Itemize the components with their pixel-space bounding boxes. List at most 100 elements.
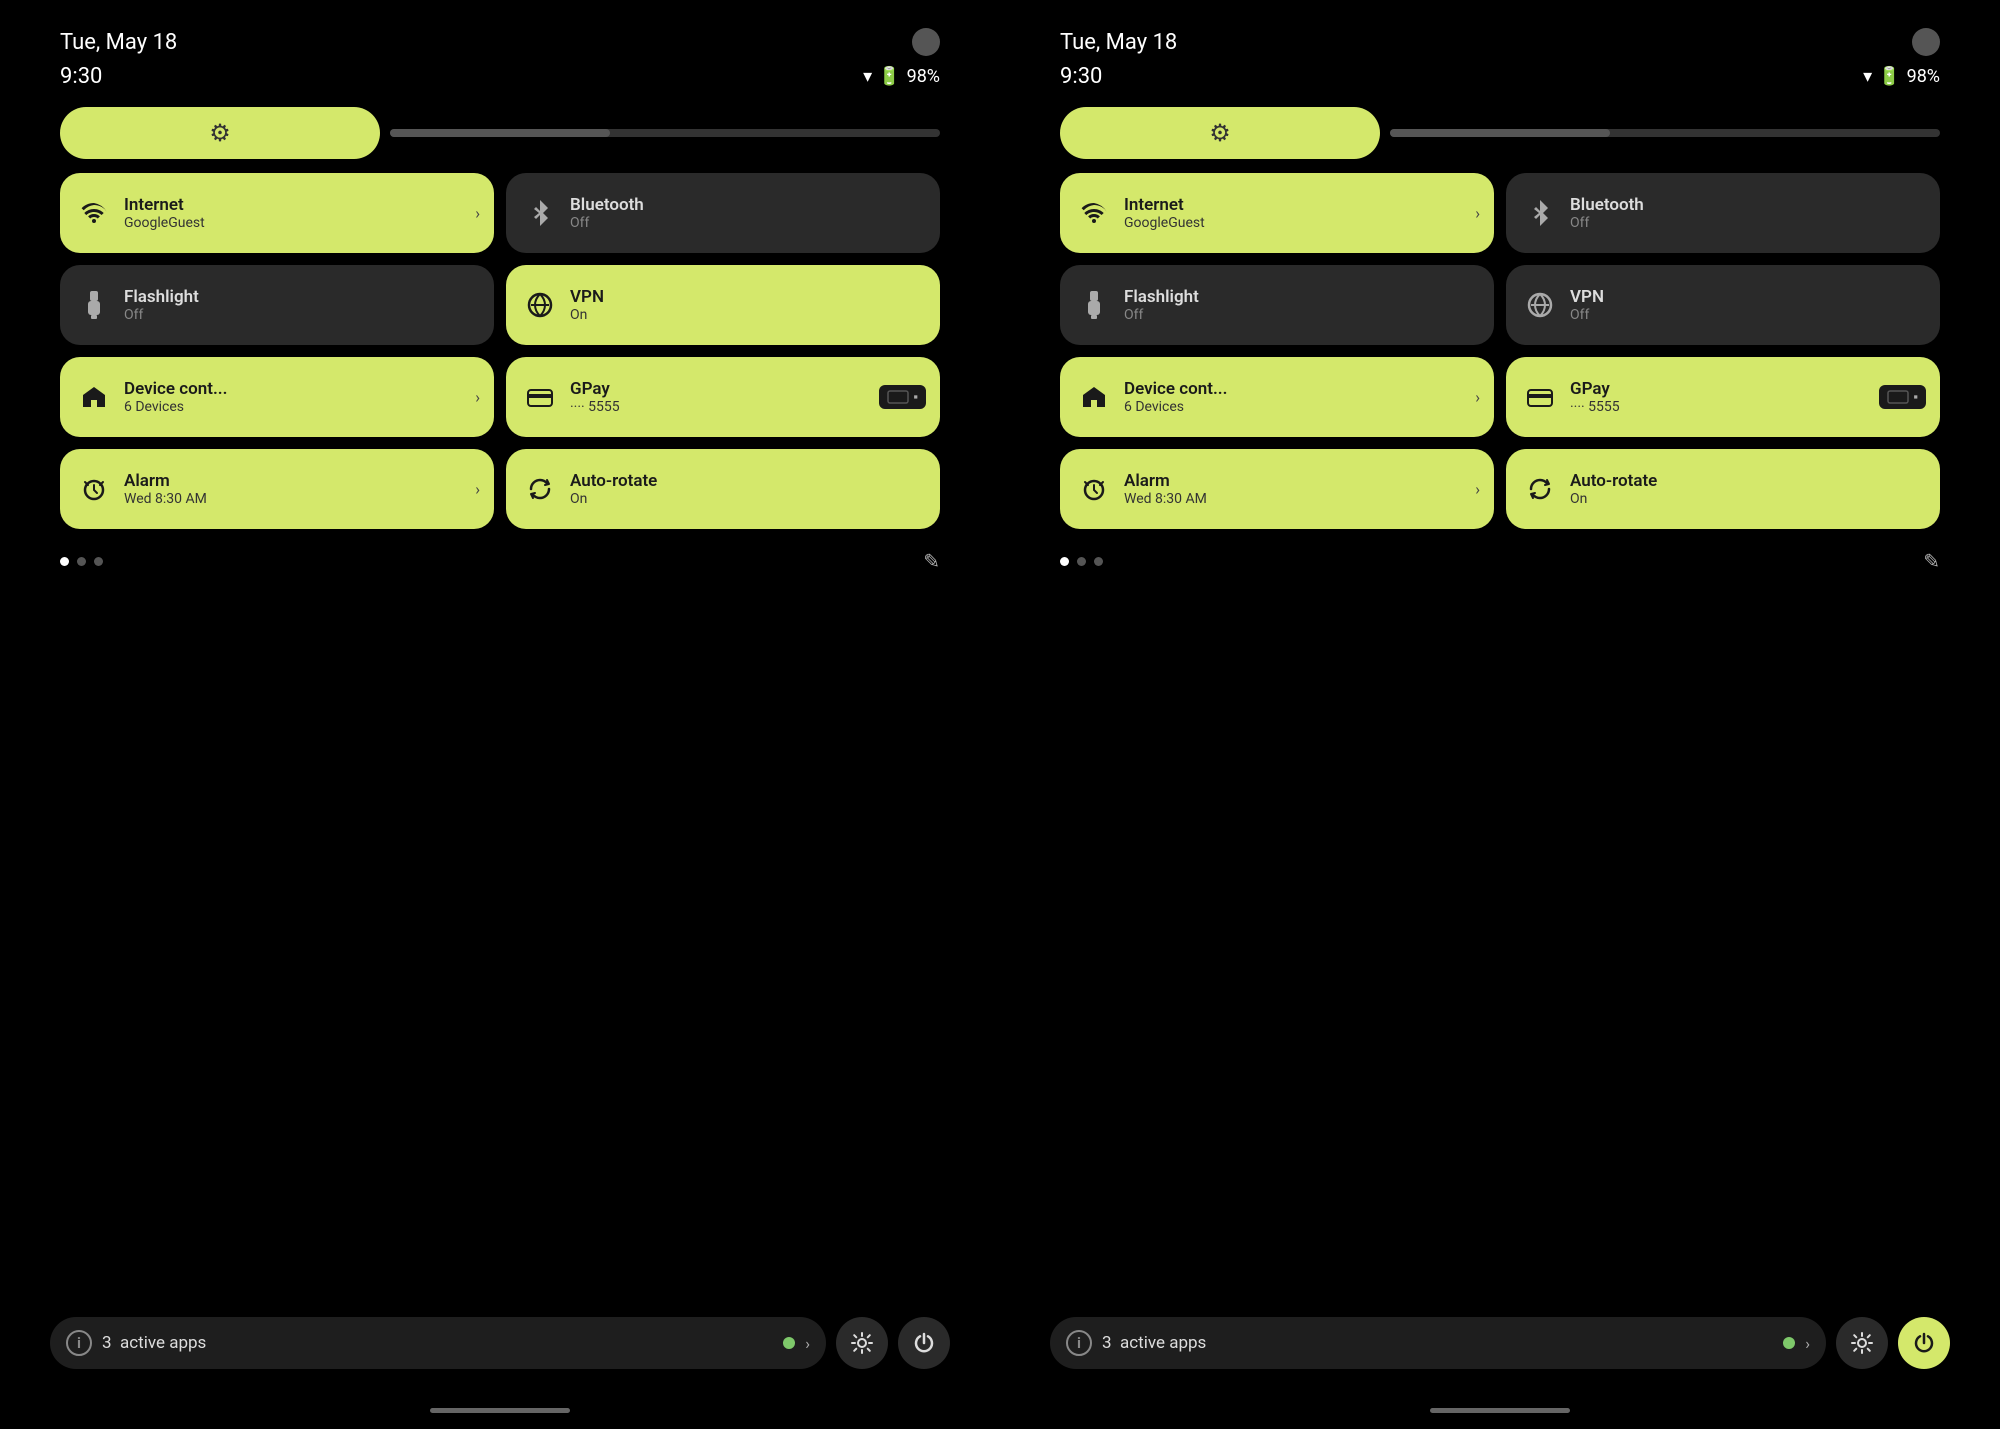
home-icon-right <box>1078 381 1110 413</box>
alarm-icon-right <box>1078 473 1110 505</box>
device-subtitle-left: 6 Devices <box>124 399 227 415</box>
tiles-grid-left: Internet GoogleGuest › Bluetooth Off <box>60 173 940 529</box>
autorotate-subtitle-left: On <box>570 491 657 507</box>
tile-bluetooth-left[interactable]: Bluetooth Off <box>506 173 940 253</box>
bottom-bar-right: i 3 active apps › <box>1050 1317 1950 1369</box>
internet-text-left: Internet GoogleGuest <box>124 195 205 231</box>
tile-alarm-right[interactable]: Alarm Wed 8:30 AM › <box>1060 449 1494 529</box>
alarm-text-right: Alarm Wed 8:30 AM <box>1124 471 1207 507</box>
tile-flashlight-right[interactable]: Flashlight Off <box>1060 265 1494 345</box>
active-chevron-right: › <box>1805 1334 1810 1353</box>
brightness-slider-right[interactable] <box>1390 129 1940 137</box>
brightness-pill-right[interactable]: ⚙ <box>1060 107 1380 159</box>
alarm-subtitle-left: Wed 8:30 AM <box>124 491 207 507</box>
gpay-badge-left: ▪ <box>879 385 926 409</box>
internet-chevron-left: › <box>475 204 480 223</box>
info-icon-left: i <box>66 1330 92 1356</box>
settings-button-left[interactable] <box>836 1317 888 1369</box>
gpay-text-right: GPay ···· 5555 <box>1570 379 1620 415</box>
tile-internet-right[interactable]: Internet GoogleGuest › <box>1060 173 1494 253</box>
time-right: 9:30 <box>1060 64 1102 89</box>
bluetooth-text-left: Bluetooth Off <box>570 195 644 231</box>
device-text-right: Device cont... 6 Devices <box>1124 379 1227 415</box>
device-subtitle-right: 6 Devices <box>1124 399 1227 415</box>
camera-dot-left <box>912 28 940 56</box>
alarm-title-left: Alarm <box>124 471 207 491</box>
home-indicator-right <box>1430 1408 1570 1413</box>
power-button-left[interactable] <box>898 1317 950 1369</box>
alarm-subtitle-right: Wed 8:30 AM <box>1124 491 1207 507</box>
status-icons-right: ▾ 🔋 98% <box>1863 66 1940 87</box>
wifi-status-icon-left: ▾ <box>863 66 872 87</box>
flashlight-text-right: Flashlight Off <box>1124 287 1199 323</box>
tile-autorotate-left[interactable]: Auto-rotate On <box>506 449 940 529</box>
active-dot-right <box>1783 1337 1795 1349</box>
tile-gpay-right[interactable]: GPay ···· 5555 ▪ <box>1506 357 1940 437</box>
active-apps-text-right: 3 active apps <box>1102 1333 1773 1353</box>
dot-3-right[interactable] <box>1094 557 1103 566</box>
vpn-subtitle-left: On <box>570 307 604 323</box>
alarm-icon-left <box>78 473 110 505</box>
apps-label-left: active apps <box>120 1333 206 1353</box>
wifi-icon-left <box>78 197 110 229</box>
brightness-row-right: ⚙ <box>1060 107 1940 159</box>
gpay-subtitle-left: ···· 5555 <box>570 399 620 415</box>
edit-icon-left[interactable]: ✎ <box>923 549 940 573</box>
dots-row-left: ✎ <box>60 543 940 593</box>
dot-3-left[interactable] <box>94 557 103 566</box>
bluetooth-title-left: Bluetooth <box>570 195 644 215</box>
active-apps-text-left: 3 active apps <box>102 1333 773 1353</box>
wifi-icon-right <box>1078 197 1110 229</box>
vpn-icon-left <box>524 289 556 321</box>
internet-title-right: Internet <box>1124 195 1205 215</box>
gpay-text-left: GPay ···· 5555 <box>570 379 620 415</box>
tile-alarm-left[interactable]: Alarm Wed 8:30 AM › <box>60 449 494 529</box>
battery-pct-left: 98% <box>907 66 940 87</box>
brightness-pill-left[interactable]: ⚙ <box>60 107 380 159</box>
rotate-icon-left <box>524 473 556 505</box>
tile-bluetooth-right[interactable]: Bluetooth Off <box>1506 173 1940 253</box>
page-dots-left <box>60 557 103 566</box>
dot-2-left[interactable] <box>77 557 86 566</box>
tile-flashlight-left[interactable]: Flashlight Off <box>60 265 494 345</box>
alarm-chevron-right: › <box>1475 480 1480 499</box>
tile-autorotate-right[interactable]: Auto-rotate On <box>1506 449 1940 529</box>
dot-1-left[interactable] <box>60 557 69 566</box>
device-chevron-right: › <box>1475 388 1480 407</box>
dot-2-right[interactable] <box>1077 557 1086 566</box>
vpn-text-left: VPN On <box>570 287 604 323</box>
flashlight-text-left: Flashlight Off <box>124 287 199 323</box>
active-apps-pill-left[interactable]: i 3 active apps › <box>50 1317 826 1369</box>
tile-vpn-right[interactable]: VPN Off <box>1506 265 1940 345</box>
tile-internet-left[interactable]: Internet GoogleGuest › <box>60 173 494 253</box>
edit-icon-right[interactable]: ✎ <box>1923 549 1940 573</box>
active-dot-left <box>783 1337 795 1349</box>
internet-subtitle-left: GoogleGuest <box>124 215 205 231</box>
apps-count-left: 3 <box>102 1333 112 1353</box>
active-apps-pill-right[interactable]: i 3 active apps › <box>1050 1317 1826 1369</box>
autorotate-text-right: Auto-rotate On <box>1570 471 1657 507</box>
gpay-badge-right: ▪ <box>1879 385 1926 409</box>
tile-device-right[interactable]: Device cont... 6 Devices › <box>1060 357 1494 437</box>
battery-pct-right: 98% <box>1907 66 1940 87</box>
battery-icon-left: 🔋 <box>878 66 900 87</box>
autorotate-text-left: Auto-rotate On <box>570 471 657 507</box>
info-icon-right: i <box>1066 1330 1092 1356</box>
bluetooth-icon-left <box>524 197 556 229</box>
tile-gpay-left[interactable]: GPay ···· 5555 ▪ <box>506 357 940 437</box>
battery-icon-right: 🔋 <box>1878 66 1900 87</box>
device-title-right: Device cont... <box>1124 379 1227 399</box>
time-left: 9:30 <box>60 64 102 89</box>
power-button-right[interactable] <box>1898 1317 1950 1369</box>
tile-vpn-left[interactable]: VPN On <box>506 265 940 345</box>
settings-button-right[interactable] <box>1836 1317 1888 1369</box>
dot-1-right[interactable] <box>1060 557 1069 566</box>
autorotate-title-left: Auto-rotate <box>570 471 657 491</box>
status-bar-left: Tue, May 18 <box>60 0 940 64</box>
vpn-icon-right <box>1524 289 1556 321</box>
internet-subtitle-right: GoogleGuest <box>1124 215 1205 231</box>
brightness-slider-left[interactable] <box>390 129 940 137</box>
tile-device-left[interactable]: Device cont... 6 Devices › <box>60 357 494 437</box>
vpn-text-right: VPN Off <box>1570 287 1604 323</box>
autorotate-subtitle-right: On <box>1570 491 1657 507</box>
